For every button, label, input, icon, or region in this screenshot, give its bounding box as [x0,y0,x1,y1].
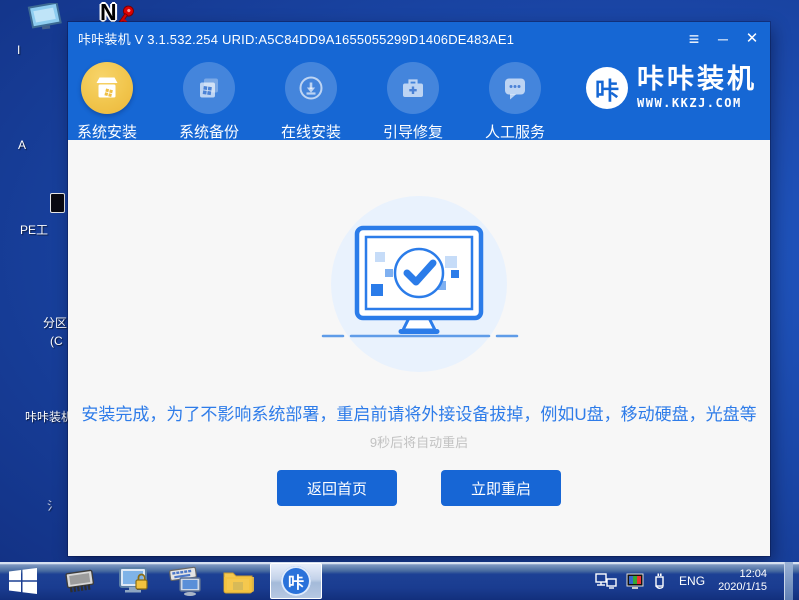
usb-icon[interactable] [653,572,666,590]
nav-item-online-install[interactable]: 在线安装 [276,62,346,142]
brand-logo: 咔 咔咔装机 WWW.KKZJ.COM [586,66,757,110]
nav-item-system-install[interactable]: 系统安装 [72,62,142,142]
network-icon[interactable] [595,573,617,589]
kaka-badge-icon: 咔 [281,566,311,596]
taskbar-remote-app[interactable] [112,562,156,600]
monitor-lock-icon [117,566,151,596]
restart-now-button[interactable]: 立即重启 [441,470,561,506]
nav-item-system-backup[interactable]: 系统备份 [174,62,244,142]
start-button[interactable] [0,562,46,600]
menu-icon[interactable]: ≡ [686,30,702,48]
system-tray: ENG 12:04 2020/1/15 [595,562,799,600]
titlebar[interactable]: 咔咔装机 V 3.1.532.254 URID:A5C84DD9A1655055… [68,22,770,55]
desktop-icon-partial[interactable] [50,193,65,213]
nav-item-human-service[interactable]: 人工服务 [480,62,550,142]
logo-name: 咔咔装机 [637,66,757,93]
taskbar: 咔 ENG [0,562,799,600]
chat-bubble-icon [489,62,541,114]
folder-icon [222,568,254,594]
nav-label: 引导修复 [383,121,443,142]
show-desktop-button[interactable] [784,562,793,600]
window-title: 咔咔装机 V 3.1.532.254 URID:A5C84DD9A1655055… [78,29,514,48]
desktop: N I A PE工 分区 (C 咔咔装机 氵 咔咔装机 V 3.1.532.25… [0,0,799,600]
install-complete-illustration [299,190,539,378]
download-icon [285,62,337,114]
close-icon[interactable]: ✕ [744,31,760,46]
display-color-icon[interactable] [626,573,644,589]
nav-label: 人工服务 [485,121,545,142]
windows-logo-icon [9,568,37,594]
backup-icon [183,62,235,114]
desktop-label-fragment: 氵 [47,500,59,512]
toolbox-icon [387,62,439,114]
auto-restart-countdown: 9秒后将自动重启 [370,432,468,451]
nav-label: 在线安装 [281,121,341,142]
logo-badge-icon: 咔 [586,67,628,109]
desktop-label-fragment: 分区 [43,317,67,329]
desktop-label-fragment: PE工 [20,224,48,236]
navbar: 系统安装 系统备份 [68,55,770,140]
nav-label: 系统备份 [179,121,239,142]
completion-message: 安装完成，为了不影响系统部署，重启前请将外接设备拔掉，例如U盘，移动硬盘，光盘等 [81,404,756,425]
install-box-icon [81,62,133,114]
minimize-icon[interactable]: ─ [715,32,731,46]
taskbar-chip-app[interactable] [58,562,102,600]
taskbar-kaka-app-active[interactable]: 咔 [270,563,322,599]
home-button[interactable]: 返回首页 [277,470,397,506]
nav-item-boot-repair[interactable]: 引导修复 [378,62,448,142]
taskbar-osk-app[interactable] [164,562,208,600]
desktop-label-fragment: I [17,44,20,56]
keyboard-monitor-icon [168,566,204,596]
desktop-label-fragment: A [18,139,26,151]
language-indicator[interactable]: ENG [679,574,705,588]
memory-chip-icon [64,568,96,594]
kaka-installer-window: 咔咔装机 V 3.1.532.254 URID:A5C84DD9A1655055… [68,22,770,556]
main-content: 安装完成，为了不影响系统部署，重启前请将外接设备拔掉，例如U盘，移动硬盘，光盘等… [68,140,770,556]
taskbar-explorer-app[interactable] [216,562,260,600]
logo-site: WWW.KKZJ.COM [637,96,757,110]
desktop-label-fragment: 咔咔装机 [25,411,73,423]
clock-time: 12:04 [718,568,767,581]
clock[interactable]: 12:04 2020/1/15 [718,568,773,594]
nav-label: 系统安装 [77,121,137,142]
desktop-label-fragment: (C [50,335,63,347]
clock-date: 2020/1/15 [718,581,767,594]
my-computer-icon[interactable] [27,3,63,31]
